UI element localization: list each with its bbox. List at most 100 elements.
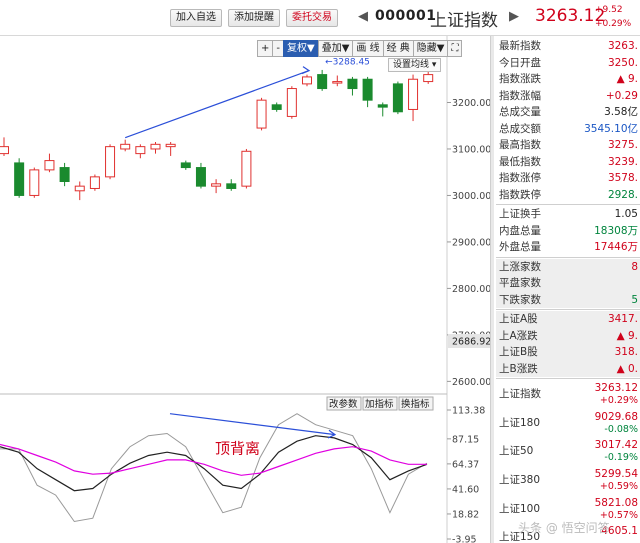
quote-label: 总成交额	[499, 122, 541, 135]
quote-value: 3250.	[607, 56, 638, 69]
quote-label: 指数涨跌	[499, 73, 541, 85]
kline-chart[interactable]: 3200.003100.003000.002900.002800.002700.…	[0, 36, 493, 543]
panel-divider	[496, 309, 640, 310]
index-list-item[interactable]: 上证50 3017.42 -0.19%	[496, 437, 640, 463]
quote-label: 上证B股	[499, 346, 538, 358]
candle-body	[317, 74, 328, 90]
y-tick-label: 2900.00	[452, 237, 491, 248]
quote-row: 总成交额 3545.10亿	[496, 121, 640, 138]
expand-icon[interactable]: ⛶	[447, 40, 463, 57]
indicator-button-label[interactable]: 换指标	[401, 398, 430, 410]
quote-value: 3.58亿	[604, 106, 638, 118]
quote-label: 上证换手	[499, 208, 541, 220]
quote-row: 上A涨跌 ▲ 9.	[496, 327, 640, 344]
quote-label: 外盘总量	[499, 241, 541, 253]
index-label: 上证100	[499, 502, 541, 515]
change-percent: +0.29%	[595, 19, 632, 29]
candle-body	[0, 146, 9, 155]
next-arrow-icon[interactable]: ▶	[509, 9, 519, 24]
index-name: 上证指数	[430, 11, 498, 31]
quote-row: 最低指数 3239.	[496, 154, 640, 171]
index-list-item[interactable]: 上证100 5821.08 +0.57%	[496, 495, 640, 521]
candle-body	[241, 150, 252, 187]
indicator-button-label[interactable]: 加指标	[365, 398, 394, 410]
index-list-item[interactable]: 上证指数 3263.12 +0.29%	[496, 380, 640, 406]
quote-value: 18308万	[594, 224, 638, 237]
prev-arrow-icon[interactable]: ◀	[358, 9, 368, 24]
quote-value: 3275.	[607, 139, 638, 151]
ind-tick-label: 87.15	[452, 434, 479, 445]
chart-area: 3200.003100.003000.002900.002800.002700.…	[0, 36, 493, 543]
quote-label: 上A涨跌	[499, 329, 538, 342]
quote-value: 8	[631, 260, 638, 273]
quote-row: 上证换手 1.05	[496, 206, 640, 223]
quote-row: 指数涨跌 ▲ 9.	[496, 71, 640, 88]
candle-body	[29, 169, 40, 196]
quote-row: 上证A股 3417.	[496, 311, 640, 328]
candle-body	[271, 104, 282, 110]
ind-tick-label: -3.95	[452, 535, 477, 543]
quote-row: 今日开盘 3250.	[496, 55, 640, 72]
indicator-line	[0, 435, 428, 492]
ma-settings-button[interactable]: 设置均线 ▾	[388, 58, 442, 72]
quote-row: 上证B股 318.	[496, 344, 640, 361]
hide-button[interactable]: 隐藏▼	[412, 40, 449, 57]
quote-value: 3239.	[607, 155, 638, 168]
candle-body	[44, 160, 55, 171]
trend-arrow-icon	[301, 66, 311, 75]
quote-value: ▲ 9.	[616, 73, 638, 85]
quote-value: 3578.	[607, 172, 638, 184]
quote-row: 平盘家数	[496, 275, 640, 292]
quote-value: +0.29	[605, 89, 638, 102]
candle-body	[256, 99, 267, 129]
zoom-in-button[interactable]: +	[257, 40, 274, 57]
quote-value: 17446万	[594, 241, 638, 253]
restore-button[interactable]: 复权▼	[283, 40, 319, 57]
candle-body	[392, 83, 403, 113]
candle-body	[377, 104, 388, 108]
panel-divider	[496, 256, 640, 258]
candle-body	[226, 183, 237, 189]
high-annotation: ←3288.45	[325, 57, 370, 67]
chart-toolbar: + - 复权▼ 叠加▼ 画 线 经 典 隐藏▼ ⛶	[257, 40, 463, 57]
candle-body	[120, 143, 131, 150]
indicator-button-label[interactable]: 改参数	[329, 398, 358, 410]
quote-row: 总成交量 3.58亿	[496, 104, 640, 121]
y-tick-label: 2800.00	[452, 284, 491, 295]
quote-row: 指数涨幅 +0.29	[496, 88, 640, 105]
price-change: +9.52 +0.29%	[595, 3, 631, 31]
candle-body	[211, 183, 222, 187]
y-tick-label: 3000.00	[452, 191, 491, 202]
stock-code: 000001	[375, 8, 437, 24]
quote-panel: 最新指数 3263. 今日开盘 3250. 指数涨跌 ▲ 9. 指数涨幅 +0.29 总成交量 3…	[496, 36, 640, 543]
quote-value: 2928.	[607, 188, 638, 201]
overlay-button[interactable]: 叠加▼	[317, 40, 354, 57]
quote-row: 最新指数 3263.	[496, 38, 640, 55]
add-alert-button[interactable]: 添加提醒	[228, 9, 280, 27]
quote-label: 最高指数	[499, 139, 541, 151]
panel-splitter[interactable]	[490, 36, 494, 543]
candle-body	[302, 76, 312, 85]
add-watchlist-button[interactable]: 加入自选	[170, 9, 222, 27]
candle-body	[195, 167, 206, 187]
quote-label: 总成交量	[499, 106, 541, 118]
quote-label: 上涨家数	[499, 260, 541, 273]
index-list-item[interactable]: 上证380 5299.54 +0.59%	[496, 466, 640, 492]
quote-label: 上证A股	[499, 313, 538, 325]
quote-row: 最高指数 3275.	[496, 137, 640, 154]
quote-label: 最新指数	[499, 40, 541, 52]
candle-body	[347, 78, 358, 90]
panel-divider	[496, 204, 640, 205]
trade-button[interactable]: 委托交易	[286, 9, 338, 27]
index-label: 上证50	[499, 445, 534, 458]
candle-body	[180, 162, 191, 169]
candle-body	[423, 74, 434, 83]
quote-label: 上B涨跌	[499, 362, 538, 375]
classic-button[interactable]: 经 典	[382, 40, 414, 57]
quote-row: 外盘总量 17446万	[496, 239, 640, 256]
index-label: 上证380	[499, 474, 541, 487]
index-list-item[interactable]: 上证180 9029.68 -0.08%	[496, 409, 640, 435]
draw-line-button[interactable]: 画 线	[352, 40, 384, 57]
quote-value: ▲ 9.	[616, 329, 638, 342]
quote-label: 指数跌停	[499, 188, 541, 201]
